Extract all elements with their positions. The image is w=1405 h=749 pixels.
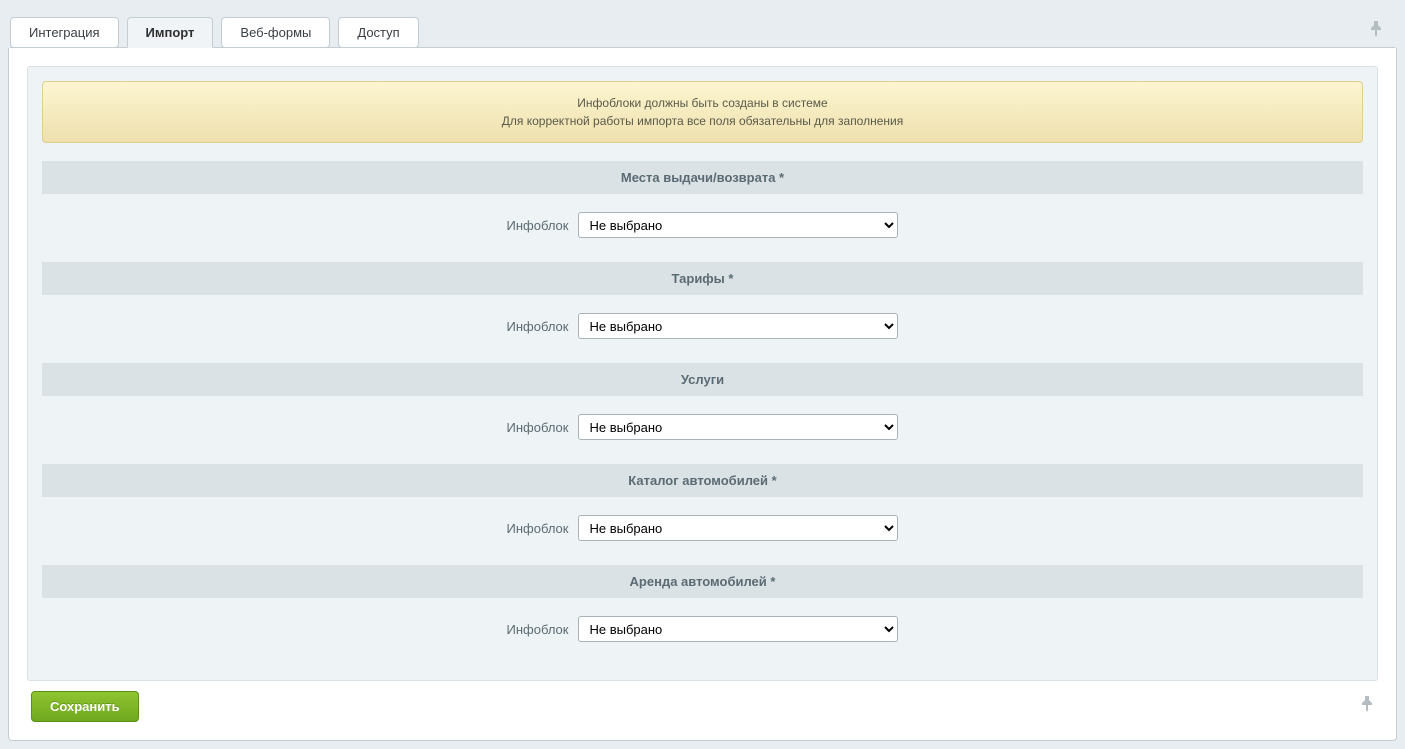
section-header-services: Услуги — [42, 363, 1363, 396]
infoblock-select-rental[interactable]: Не выбрано — [578, 616, 898, 642]
pin-top-wrap — [1369, 21, 1395, 42]
infoblock-select-places[interactable]: Не выбрано — [578, 212, 898, 238]
inner-panel: Инфоблоки должны быть созданы в системе … — [27, 66, 1378, 681]
tab-webforms[interactable]: Веб-формы — [221, 17, 330, 48]
field-label-tariffs: Инфоблок — [507, 319, 569, 334]
tab-integration[interactable]: Интеграция — [10, 17, 119, 48]
field-row-rental: Инфоблок Не выбрано — [42, 598, 1363, 666]
section-header-catalog: Каталог автомобилей * — [42, 464, 1363, 497]
notice-line2: Для корректной работы импорта все поля о… — [53, 112, 1352, 130]
tab-access[interactable]: Доступ — [338, 17, 418, 48]
save-button[interactable]: Сохранить — [31, 691, 139, 722]
main-panel: Инфоблоки должны быть созданы в системе … — [8, 48, 1397, 741]
section-header-places: Места выдачи/возврата * — [42, 161, 1363, 194]
field-row-services: Инфоблок Не выбрано — [42, 396, 1363, 464]
section-header-tariffs: Тарифы * — [42, 262, 1363, 295]
infoblock-select-catalog[interactable]: Не выбрано — [578, 515, 898, 541]
notice-line1: Инфоблоки должны быть созданы в системе — [53, 94, 1352, 112]
pin-bottom-wrap — [1360, 696, 1374, 717]
notice-box: Инфоблоки должны быть созданы в системе … — [42, 81, 1363, 143]
tabs-row: Интеграция Импорт Веб-формы Доступ — [8, 8, 1397, 47]
field-label-rental: Инфоблок — [507, 622, 569, 637]
infoblock-select-services[interactable]: Не выбрано — [578, 414, 898, 440]
field-label-services: Инфоблок — [507, 420, 569, 435]
footer: Сохранить — [27, 681, 1378, 722]
field-row-places: Инфоблок Не выбрано — [42, 194, 1363, 262]
infoblock-select-tariffs[interactable]: Не выбрано — [578, 313, 898, 339]
tab-import[interactable]: Импорт — [127, 17, 214, 48]
section-header-rental: Аренда автомобилей * — [42, 565, 1363, 598]
field-row-catalog: Инфоблок Не выбрано — [42, 497, 1363, 565]
field-label-places: Инфоблок — [507, 218, 569, 233]
pin-icon[interactable] — [1369, 24, 1383, 41]
pin-icon[interactable] — [1360, 699, 1374, 716]
field-label-catalog: Инфоблок — [507, 521, 569, 536]
field-row-tariffs: Инфоблок Не выбрано — [42, 295, 1363, 363]
